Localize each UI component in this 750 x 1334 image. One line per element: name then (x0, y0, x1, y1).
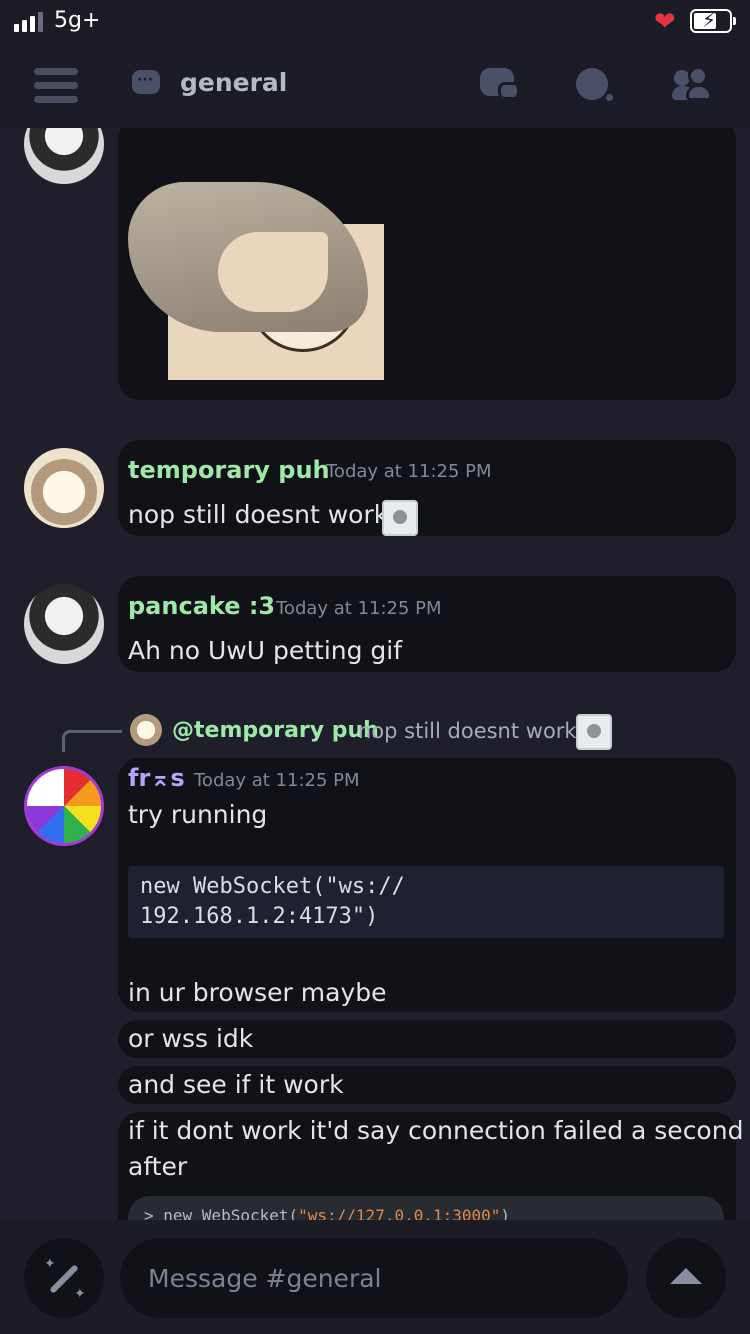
message-text: if it dont work it'd say connection fail… (128, 1116, 744, 1145)
members-icon[interactable] (672, 66, 712, 102)
magic-wand-button[interactable]: ✦ ✦ (24, 1238, 104, 1318)
embed-code-string: "ws://127.0.0.1:3000" (298, 1206, 501, 1220)
reply-connector (62, 730, 122, 752)
avatar[interactable] (24, 448, 104, 528)
petting-sticker-image[interactable] (128, 182, 384, 380)
code-line: 192.168.1.2:4173") (140, 904, 379, 929)
message-text: Ah no UwU petting gif (128, 636, 403, 665)
code-line: new WebSocket("ws:// (140, 874, 405, 899)
code-block[interactable]: new WebSocket("ws:// 192.168.1.2:4173") (128, 866, 724, 938)
avatar[interactable] (24, 766, 104, 846)
message-username[interactable]: pancake :3 (128, 592, 275, 620)
message-text: try running (128, 800, 268, 829)
embed-code-prefix: > new WebSocket( (144, 1206, 299, 1220)
message-input[interactable] (148, 1258, 548, 1298)
channel-title[interactable]: general (180, 68, 287, 97)
text-channel-icon (132, 70, 160, 94)
message-list[interactable]: temporary puh Today at 11:25 PM nop stil… (0, 128, 750, 1220)
expand-button[interactable] (646, 1238, 726, 1318)
message-timestamp: Today at 11:25 PM (194, 770, 360, 791)
message-username[interactable]: fr⌅s (128, 764, 185, 792)
signal-strength-icon (14, 12, 43, 32)
reply-text[interactable]: nop still doesnt work (358, 719, 577, 743)
network-label: 5g+ (54, 8, 101, 33)
message-timestamp: Today at 11:25 PM (326, 461, 492, 482)
reply-username[interactable]: @temporary puh (172, 718, 379, 743)
reply-avatar (130, 714, 162, 746)
avatar[interactable] (24, 584, 104, 664)
embed-code-text: > new WebSocket("ws://127.0.0.1:3000") (144, 1206, 510, 1220)
menu-icon[interactable] (34, 68, 78, 104)
avatar[interactable] (24, 128, 104, 184)
message-text: in ur browser maybe (128, 978, 387, 1007)
message-text: and see if it work (128, 1070, 344, 1099)
embed-code-suffix: ) (500, 1206, 511, 1220)
battery-icon: ⚡ (690, 8, 736, 33)
custom-emoji-icon (576, 714, 612, 750)
composer-bar: ✦ ✦ ♥ (0, 1220, 750, 1334)
message-username[interactable]: temporary puh (128, 456, 330, 484)
status-bar: 5g+ ❤ ⚡ (0, 0, 750, 44)
message-text: after (128, 1152, 188, 1181)
sparkle-icon: ✦ (44, 1256, 56, 1272)
channel-header: general (0, 44, 750, 128)
message-text: nop still doesnt work (128, 500, 389, 529)
message-input-container[interactable]: ♥ (120, 1238, 722, 1318)
charging-bolt-icon: ⚡ (702, 8, 717, 32)
heart-icon: ❤ (654, 7, 676, 37)
custom-emoji-icon[interactable] (382, 500, 418, 536)
threads-icon[interactable] (480, 66, 520, 102)
message-timestamp: Today at 11:25 PM (276, 598, 442, 619)
chevron-up-icon (670, 1268, 702, 1284)
code-screenshot-embed[interactable]: > new WebSocket("ws://127.0.0.1:3000") (128, 1196, 724, 1220)
search-icon[interactable] (576, 66, 616, 102)
message-text: or wss idk (128, 1024, 254, 1053)
sparkle-icon: ✦ (74, 1286, 86, 1302)
